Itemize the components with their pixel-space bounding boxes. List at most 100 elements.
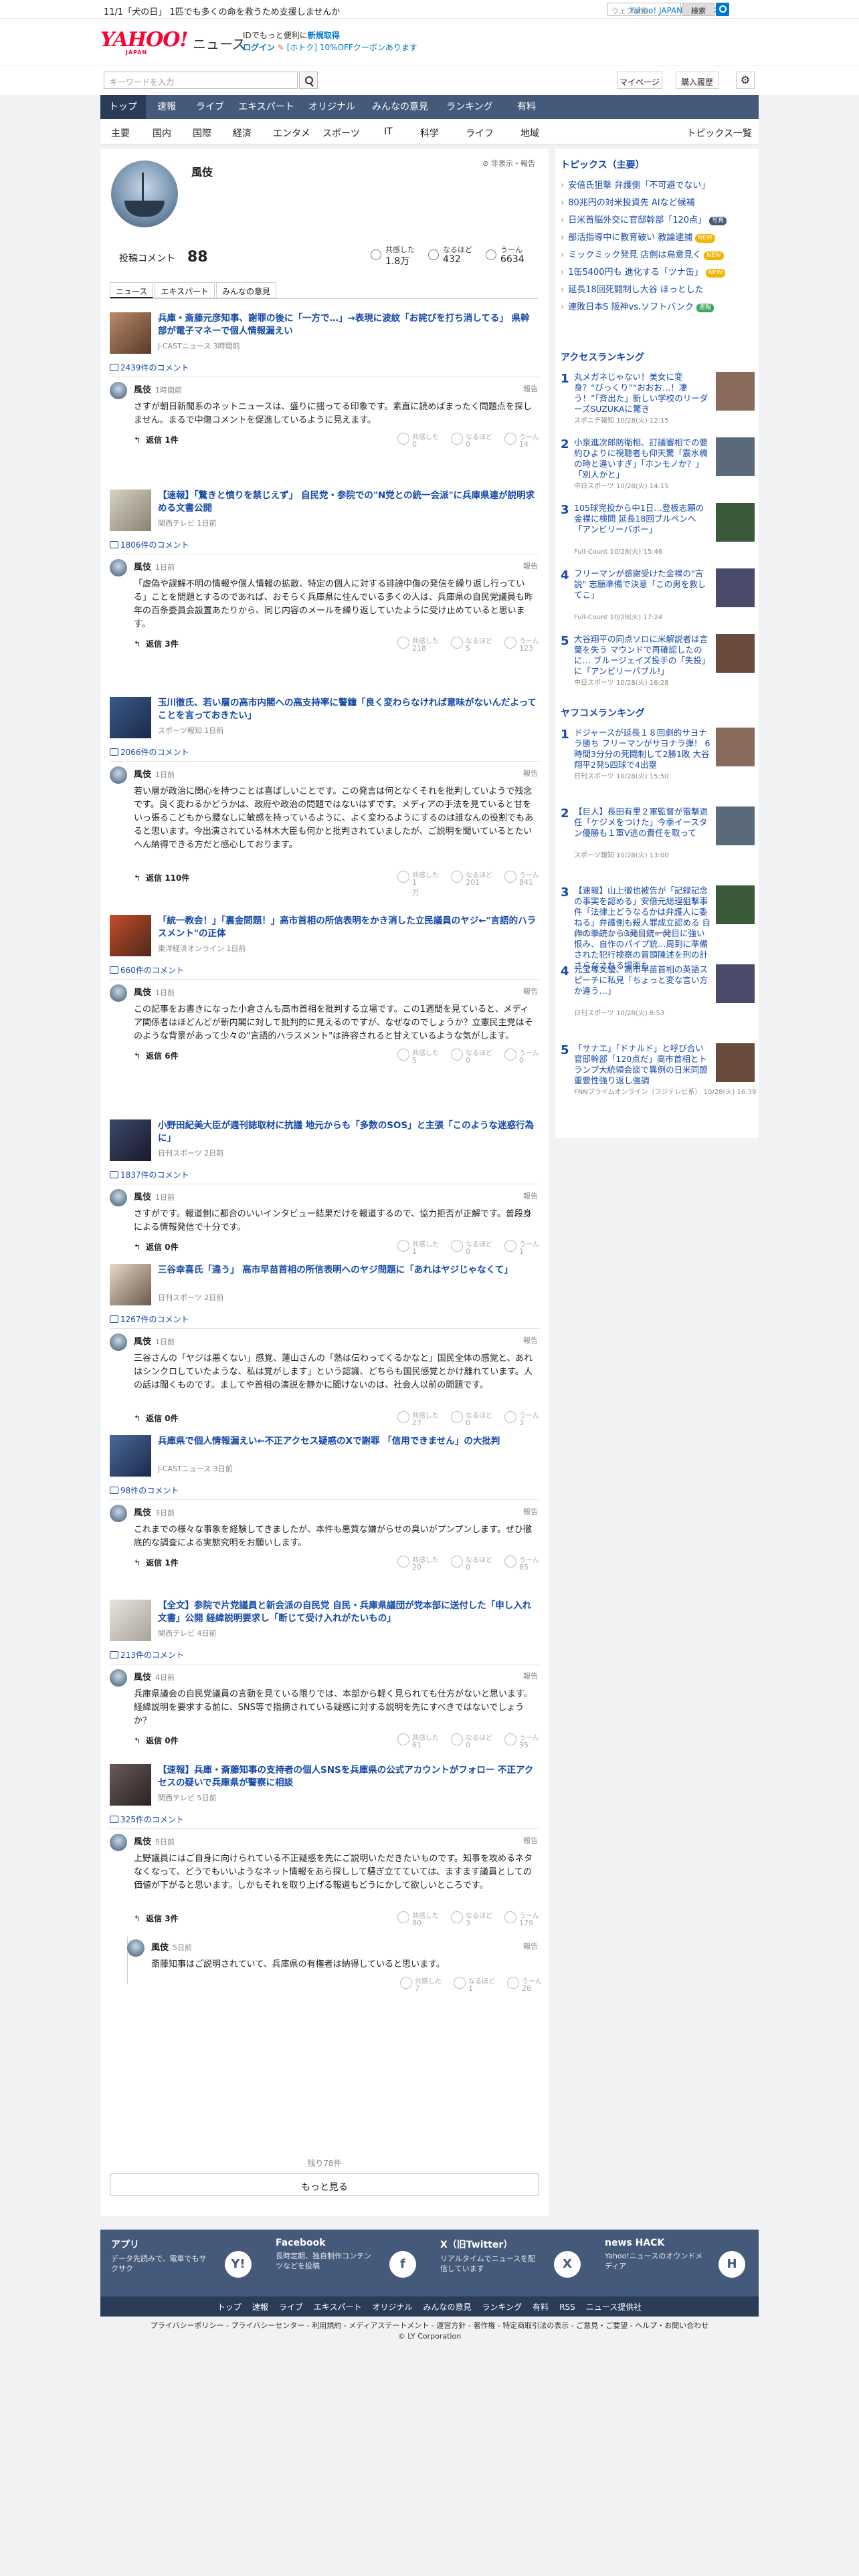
topic-item[interactable]: 連敗日本S 阪神vs.ソフトバンク速報 bbox=[561, 300, 714, 312]
reply-toggle[interactable]: 返信 110件 bbox=[134, 872, 189, 883]
cat-world[interactable]: 国際 bbox=[193, 126, 211, 140]
avatar[interactable] bbox=[110, 559, 127, 576]
reaction-empathy[interactable]: 共感した 1万 bbox=[397, 869, 439, 897]
rank-title[interactable]: ドジャースが延長１８回劇的サヨナラ勝ち フリーマンがサヨナラ弾！ 6時間3分分の… bbox=[574, 728, 711, 770]
comment-author[interactable]: 風伎 1日前 bbox=[134, 985, 175, 998]
reply-toggle[interactable]: 返信 1件 bbox=[134, 434, 179, 445]
footer-facebook[interactable]: Facebook 長時定期、独自制作コンテンツなどを投稿 f bbox=[276, 2238, 423, 2278]
comment-count-link[interactable]: 1267件のコメント bbox=[110, 1313, 189, 1325]
reaction-uun[interactable]: うーん 1 bbox=[504, 1239, 539, 1256]
footer-link[interactable]: みんなの意見 bbox=[423, 2302, 472, 2312]
reaction-empathy[interactable]: 共感した 61 bbox=[397, 1732, 439, 1749]
rank-thumbnail[interactable] bbox=[716, 964, 755, 1003]
reaction-uun[interactable]: うーん 35 bbox=[504, 1732, 539, 1749]
cat-main[interactable]: 主要 bbox=[111, 126, 130, 140]
topic-item[interactable]: ミックミック発見 店側は鳥意見くNEW bbox=[561, 247, 724, 260]
footer-link[interactable]: 有料 bbox=[533, 2302, 549, 2312]
comment-author[interactable]: 風伎 1日前 bbox=[134, 1334, 175, 1347]
rank-thumbnail[interactable] bbox=[716, 1043, 755, 1082]
footer-link[interactable]: 速報 bbox=[252, 2302, 268, 2312]
nav-opinion[interactable]: みんなの意見 bbox=[364, 95, 436, 119]
nav-ranking[interactable]: ランキング bbox=[436, 95, 503, 119]
footer-app[interactable]: アプリ データ先読みで、電車でもサクサク Y! bbox=[111, 2238, 258, 2278]
tab-expert[interactable]: エキスパート bbox=[155, 282, 215, 298]
comment-author[interactable]: 風伎 1日前 bbox=[134, 767, 175, 780]
report-link[interactable]: 報告 bbox=[523, 1941, 538, 1951]
search-icon[interactable] bbox=[299, 72, 318, 89]
topic-item[interactable]: 1缶5400円も 進化する「ツナ缶」NEW bbox=[561, 265, 726, 278]
reply-toggle[interactable]: 返信 1件 bbox=[134, 1557, 179, 1568]
article-title[interactable]: 「統一教会！」「裏金問題！」高市首相の所信表明をかき消した立民議員のヤジ←"言語… bbox=[158, 915, 537, 940]
web-search-input[interactable]: ウェブ検索 bbox=[607, 3, 681, 16]
article-thumbnail[interactable] bbox=[110, 1119, 151, 1161]
reaction-naruhodo[interactable]: なるほど 3 bbox=[451, 1910, 492, 1927]
article-thumbnail[interactable] bbox=[110, 312, 151, 354]
cat-life[interactable]: ライフ bbox=[466, 126, 494, 140]
article-thumbnail[interactable] bbox=[110, 1764, 151, 1806]
article-thumbnail[interactable] bbox=[110, 1600, 151, 1641]
comment-author[interactable]: 風伎 4日前 bbox=[134, 1670, 175, 1683]
report-link[interactable]: 報告 bbox=[523, 1335, 538, 1346]
comment-author[interactable]: 風伎 3日前 bbox=[134, 1505, 175, 1518]
search-icon[interactable] bbox=[716, 3, 729, 16]
cat-entertainment[interactable]: エンタメ bbox=[273, 126, 310, 140]
comment-author[interactable]: 風伎 1日前 bbox=[134, 1190, 175, 1202]
footer-x[interactable]: X（旧Twitter） リアルタイムでニュースを配信しています X bbox=[440, 2238, 587, 2278]
cat-it[interactable]: IT bbox=[384, 126, 393, 137]
article-title[interactable]: 小野田紀美大臣が週刊誌取材に抗議 地元からも「多数のSOS」と主張「このような迷… bbox=[158, 1119, 537, 1145]
reaction-empathy[interactable]: 共感した 20 bbox=[397, 1554, 439, 1572]
reaction-uun[interactable]: うーん 841 bbox=[504, 869, 539, 887]
cat-science[interactable]: 科学 bbox=[420, 126, 439, 140]
cat-local[interactable]: 地域 bbox=[520, 126, 539, 140]
reaction-empathy[interactable]: 共感した 27 bbox=[397, 1410, 439, 1427]
avatar[interactable] bbox=[127, 1939, 145, 1957]
login-link[interactable]: ログイン bbox=[243, 43, 275, 52]
avatar[interactable] bbox=[110, 382, 127, 399]
footer-link[interactable]: ニュース提供社 bbox=[586, 2302, 642, 2312]
ranking-item[interactable]: 3 【速報】山上徹也被告が「記録記念の事実を認める」安倍元総理狙撃事件「法律上どう… bbox=[561, 885, 755, 970]
reaction-uun[interactable]: うーん 3 bbox=[504, 1410, 539, 1427]
reaction-naruhodo[interactable]: なるほど 0 bbox=[451, 1047, 492, 1065]
rank-thumbnail[interactable] bbox=[716, 885, 755, 924]
tab-news[interactable]: ニュース bbox=[110, 282, 154, 298]
gear-icon[interactable]: ⚙ bbox=[736, 72, 755, 89]
web-search-button[interactable]: 検索 bbox=[682, 3, 714, 16]
reaction-empathy[interactable]: 共感した 0 bbox=[397, 431, 439, 449]
nav-paid[interactable]: 有料 bbox=[503, 95, 550, 119]
report-link[interactable]: 報告 bbox=[523, 383, 538, 394]
nav-live[interactable]: ライブ bbox=[187, 95, 233, 119]
campaign-notice[interactable]: 11/1「犬の日」 1匹でも多くの命を救うため支援しませんか bbox=[104, 5, 340, 17]
ranking-item[interactable]: 4 元宝塚女優、高市早苗首相の英語スピーチに私見「ちょっと変な言い方か違う…」 日刊… bbox=[561, 964, 755, 1017]
footer-link[interactable]: エキスパート bbox=[314, 2302, 362, 2312]
reaction-naruhodo[interactable]: なるほど 0 bbox=[451, 431, 492, 449]
avatar[interactable] bbox=[110, 1669, 127, 1687]
comment-author[interactable]: 風伎 5日前 bbox=[151, 1940, 192, 1953]
reaction-empathy[interactable]: 共感した 80 bbox=[397, 1910, 439, 1927]
signup-link[interactable]: 新規取得 bbox=[308, 31, 340, 40]
article-thumbnail[interactable] bbox=[110, 697, 151, 738]
hide-report-link[interactable]: ⊘ 非表示・報告 bbox=[482, 158, 535, 169]
report-link[interactable]: 報告 bbox=[523, 1190, 538, 1201]
ranking-item[interactable]: 2 【巨人】長田有里２軍監督が電撃退任「ケジメをつけた」今季イースタン優勝も１軍V… bbox=[561, 807, 755, 859]
reaction-uun[interactable]: うーん 28 bbox=[507, 1975, 542, 1993]
report-link[interactable]: 報告 bbox=[523, 1671, 538, 1681]
cat-sports[interactable]: スポーツ bbox=[322, 126, 360, 140]
footer-link[interactable]: ライブ bbox=[279, 2302, 303, 2312]
reaction-uun[interactable]: うーん 123 bbox=[504, 635, 539, 653]
mypage-button[interactable]: マイページ bbox=[617, 72, 662, 89]
comment-author[interactable]: 風伎 1日前 bbox=[134, 560, 175, 572]
nav-top[interactable]: トップ bbox=[100, 95, 146, 119]
rank-title[interactable]: 105球完投から中1日…登板志願の金裸に検問 延長18回ブルペンへ「アンビリーバ… bbox=[574, 503, 711, 535]
topic-item[interactable]: 延長18回死闘制し大谷 ほっとした bbox=[561, 282, 704, 295]
rank-thumbnail[interactable] bbox=[716, 807, 755, 845]
footer-link[interactable]: オリジナル bbox=[373, 2302, 413, 2312]
reaction-uun[interactable]: うーん 85 bbox=[504, 1554, 539, 1572]
cat-economy[interactable]: 経済 bbox=[233, 126, 252, 140]
avatar[interactable] bbox=[110, 1333, 127, 1351]
cat-domestic[interactable]: 国内 bbox=[153, 126, 171, 140]
ranking-item[interactable]: 5 大谷翔平の同点ソロに米解説者は言葉を失う マウンドで再確認したのに… ブルージ… bbox=[561, 634, 755, 687]
purchase-history-button[interactable]: 購入履歴 bbox=[676, 72, 719, 89]
rank-title[interactable]: 大谷翔平の同点ソロに米解説者は言葉を失う マウンドで再確認したのに… ブルージェ… bbox=[574, 634, 711, 677]
avatar[interactable] bbox=[110, 1834, 127, 1851]
article-title[interactable]: 玉川徹氏、若い層の高市内閣への高支持率に警鐘「良く変わらなければ意味がないんだよ… bbox=[158, 697, 537, 722]
